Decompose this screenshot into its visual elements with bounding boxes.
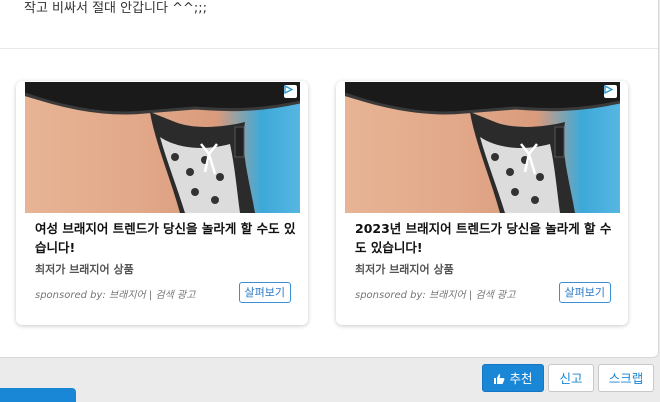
ad-title[interactable]: 여성 브래지어 트렌드가 당신을 놀라게 할 수도 있습니다! [35,219,297,257]
ad-title[interactable]: 2023년 브래지어 트렌드가 당신을 놀라게 할 수도 있습니다! [355,219,617,257]
ad-sponsor-text: sponsored by: 브래지어 | 검색 광고 [35,290,196,301]
report-button[interactable]: 신고 [548,364,594,392]
adchoices-icon[interactable] [284,85,297,98]
ad-subtitle: 최저가 브래지어 상품 [355,263,454,276]
adchoices-icon[interactable] [604,85,617,98]
bottom-left-button[interactable] [0,388,76,402]
thumbs-up-icon [493,367,505,395]
post-body-text: 작고 비싸서 절대 안갑니다 ^^;;; [24,1,208,16]
recommend-label: 추천 [509,371,533,386]
ad-card-2[interactable]: 2023년 브래지어 트렌드가 당신을 놀라게 할 수도 있습니다! 최저가 브… [336,81,628,325]
ad-cta-button[interactable]: 살펴보기 [238,282,291,303]
ad-card-1[interactable]: 여성 브래지어 트렌드가 당신을 놀라게 할 수도 있습니다! 최저가 브래지어… [16,81,308,325]
divider [0,48,658,49]
recommend-button[interactable]: 추천 [482,364,544,392]
post-card: 작고 비싸서 절대 안갑니다 ^^;;; 여성 브래지어 트렌드가 당신을 놀라… [0,0,659,358]
product-photo [25,82,300,213]
scrap-button[interactable]: 스크랩 [598,364,654,392]
ad-image[interactable] [25,82,300,213]
product-photo [345,82,620,213]
ad-cta-button[interactable]: 살펴보기 [558,282,611,303]
ad-subtitle: 최저가 브래지어 상품 [35,263,134,276]
ad-image[interactable] [345,82,620,213]
ad-sponsor-text: sponsored by: 브래지어 | 검색 광고 [355,290,516,301]
